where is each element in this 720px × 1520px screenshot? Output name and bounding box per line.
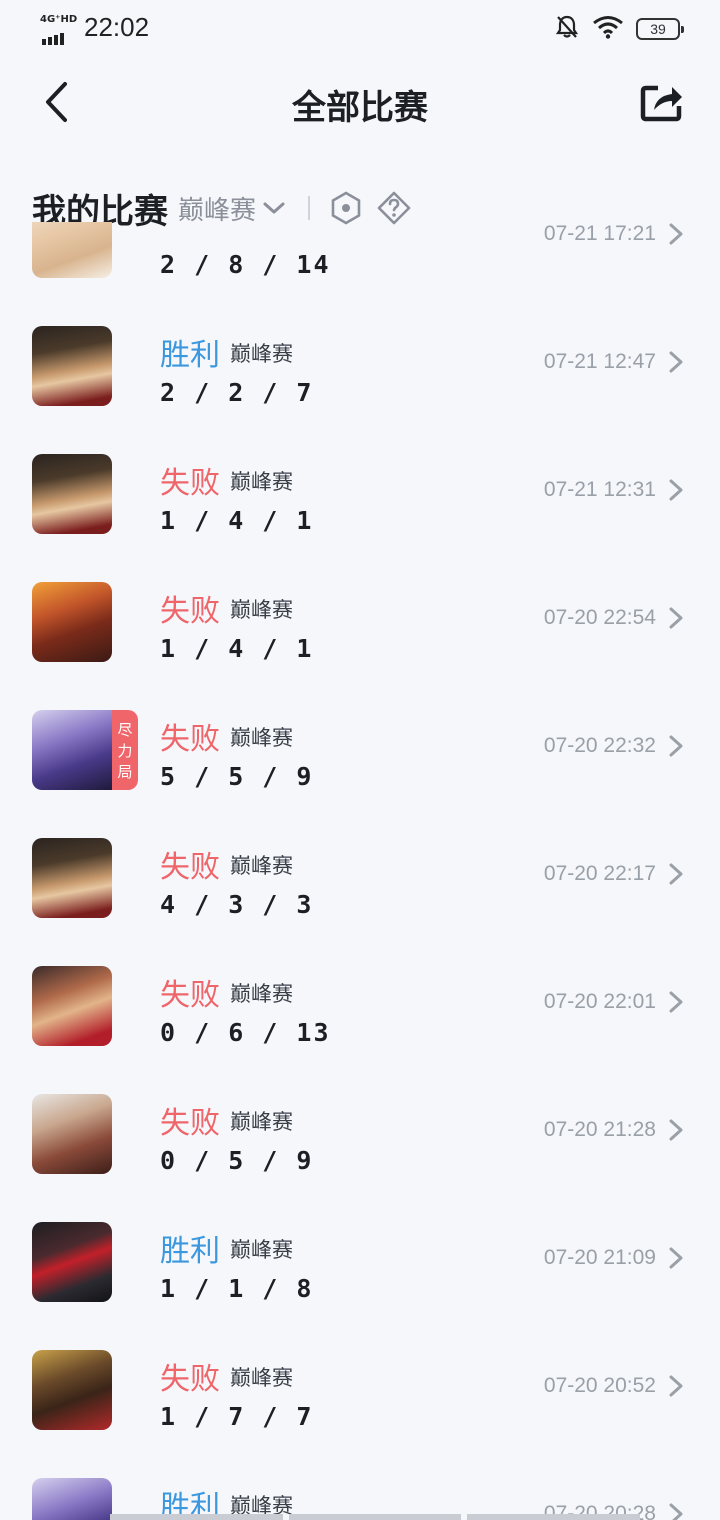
match-kda: 0 / 5 / 9 [160, 1146, 314, 1175]
header: 全部比赛 [0, 60, 720, 144]
network-type: 4G⁺HD [40, 14, 78, 25]
match-kda: 1 / 4 / 1 [160, 634, 314, 663]
match-mode: 巅峰赛 [230, 1366, 293, 1390]
match-mode: 巅峰赛 [230, 1110, 293, 1134]
hero-avatar [32, 222, 112, 278]
match-time: 07-20 22:54 [543, 606, 656, 629]
scroll-indicator [110, 1514, 641, 1520]
share-button[interactable] [640, 80, 686, 126]
match-row[interactable]: 失败 巅峰赛 1 / 4 / 1 07-20 22:54 [0, 556, 720, 684]
match-row[interactable]: 失败 巅峰赛 4 / 3 / 3 07-20 22:17 [0, 812, 720, 940]
match-mode: 巅峰赛 [230, 726, 293, 750]
hero-portrait [32, 710, 112, 790]
clock: 22:02 [84, 12, 150, 42]
match-kda: 5 / 5 / 9 [160, 762, 314, 791]
match-kda: 1 / 1 / 8 [160, 1274, 314, 1303]
match-mode: 巅峰赛 [230, 342, 293, 366]
battery-icon: 39 [636, 18, 684, 40]
match-result: 失败 [160, 850, 220, 885]
chevron-right-icon [669, 479, 683, 501]
wifi-icon [592, 15, 624, 43]
match-time: 07-20 21:28 [543, 1118, 656, 1141]
match-kda: 2 / 2 / 7 [160, 378, 314, 407]
hero-avatar [32, 582, 112, 662]
match-time: 07-20 22:17 [543, 862, 656, 885]
match-kda: 1 / 4 / 1 [160, 506, 314, 535]
chevron-right-icon [669, 1503, 683, 1520]
hero-avatar [32, 966, 112, 1046]
match-row[interactable]: 胜利 巅峰赛 07-20 20:28 [0, 1452, 720, 1520]
chevron-right-icon [669, 1247, 683, 1269]
chevron-right-icon [669, 1375, 683, 1397]
hero-avatar [32, 326, 112, 406]
match-row[interactable]: 失败 巅峰赛 1 / 7 / 7 07-20 20:52 [0, 1324, 720, 1452]
chevron-right-icon [669, 223, 683, 245]
match-result: 失败 [160, 722, 220, 757]
match-row[interactable]: 胜利 巅峰赛 2 / 2 / 7 07-21 12:47 [0, 300, 720, 428]
hero-avatar [32, 1222, 112, 1302]
match-result: 失败 [160, 1362, 220, 1397]
hero-avatar [32, 838, 112, 918]
match-kda: 0 / 6 / 13 [160, 1018, 331, 1047]
match-kda: 4 / 3 / 3 [160, 890, 314, 919]
match-list[interactable]: 2 / 8 / 14 07-21 17:21 胜利 巅峰赛 2 / 2 / 7 … [0, 222, 720, 1520]
match-mode: 巅峰赛 [230, 982, 293, 1006]
match-time: 07-20 22:32 [543, 734, 656, 757]
best-effort-badge: 尽力局 [112, 710, 138, 790]
match-time: 07-20 22:01 [543, 990, 656, 1013]
match-result: 失败 [160, 978, 220, 1013]
mode-filter-label: 巅峰赛 [178, 195, 257, 226]
hero-avatar [32, 1350, 112, 1430]
chevron-right-icon [669, 351, 683, 373]
help-icon[interactable] [376, 190, 412, 226]
chevron-right-icon [669, 1119, 683, 1141]
page-title: 全部比赛 [292, 88, 428, 128]
mode-filter-dropdown[interactable]: 巅峰赛 [178, 190, 286, 227]
match-mode: 巅峰赛 [230, 470, 293, 494]
match-time: 07-20 20:52 [543, 1374, 656, 1397]
match-time: 07-21 17:21 [543, 222, 656, 245]
match-result: 失败 [160, 466, 220, 501]
match-result: 失败 [160, 1106, 220, 1141]
match-time: 07-20 21:09 [543, 1246, 656, 1269]
share-icon [640, 85, 682, 122]
chevron-right-icon [669, 991, 683, 1013]
chevron-down-icon [263, 202, 285, 214]
match-mode: 巅峰赛 [230, 1238, 293, 1262]
match-kda: 1 / 7 / 7 [160, 1402, 314, 1431]
hero-avatar [32, 1094, 112, 1174]
match-row[interactable]: 失败 巅峰赛 1 / 4 / 1 07-21 12:31 [0, 428, 720, 556]
chevron-right-icon [669, 607, 683, 629]
match-row[interactable]: 胜利 巅峰赛 1 / 1 / 8 07-20 21:09 [0, 1196, 720, 1324]
hero-avatar: 尽力局 [32, 710, 138, 790]
match-result: 胜利 [160, 338, 220, 373]
hero-avatar [32, 1478, 112, 1520]
match-result: 胜利 [160, 1234, 220, 1269]
match-row[interactable]: 失败 巅峰赛 0 / 6 / 13 07-20 22:01 [0, 940, 720, 1068]
match-mode: 巅峰赛 [230, 854, 293, 878]
mute-bell-icon [554, 14, 580, 44]
divider [308, 196, 311, 220]
signal-icon: 4G⁺HD [40, 14, 78, 45]
match-row[interactable]: 失败 巅峰赛 0 / 5 / 9 07-20 21:28 [0, 1068, 720, 1196]
match-mode: 巅峰赛 [230, 598, 293, 622]
chevron-right-icon [669, 863, 683, 885]
match-row[interactable]: 2 / 8 / 14 07-21 17:21 [0, 222, 720, 300]
status-bar: 4G⁺HD 22:02 39 [0, 0, 720, 56]
hexagon-filter-icon[interactable] [328, 190, 364, 226]
match-time: 07-21 12:47 [543, 350, 656, 373]
match-row[interactable]: 尽力局 失败 巅峰赛 5 / 5 / 9 07-20 22:32 [0, 684, 720, 812]
match-result: 失败 [160, 594, 220, 629]
hero-avatar [32, 454, 112, 534]
chevron-right-icon [669, 735, 683, 757]
match-time: 07-21 12:31 [543, 478, 656, 501]
match-kda: 2 / 8 / 14 [160, 250, 331, 279]
